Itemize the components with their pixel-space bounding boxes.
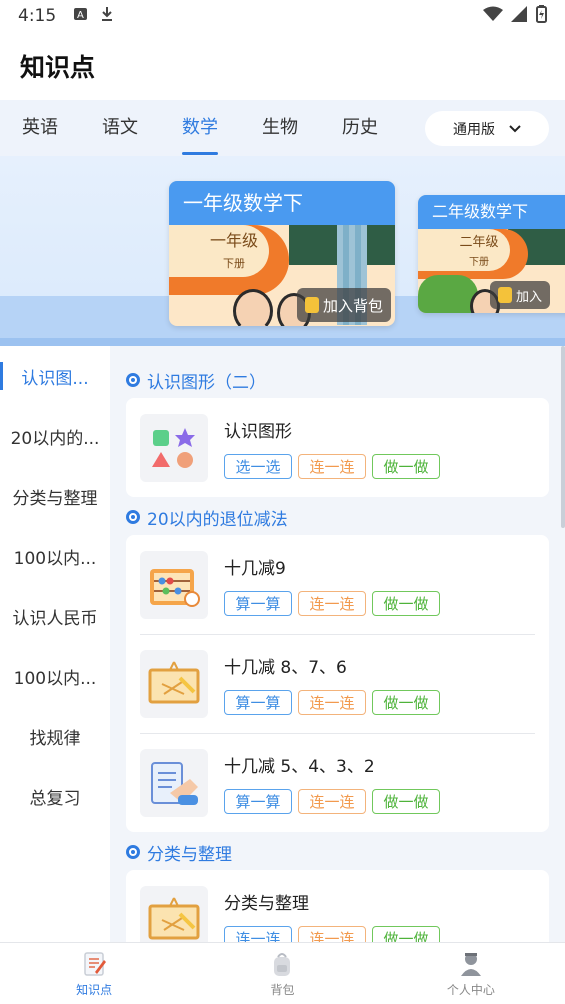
backpack-icon xyxy=(497,287,512,303)
signal-icon xyxy=(511,5,527,27)
app-bar: 知识点 xyxy=(0,32,565,100)
tab-english[interactable]: 英语 xyxy=(0,100,80,156)
abacus-icon xyxy=(140,550,208,619)
nav-profile[interactable]: 个人中心 xyxy=(377,943,565,1004)
add-to-backpack-label: 加入背包 xyxy=(322,296,383,315)
cover-grade: 二年级 xyxy=(459,235,499,250)
shapes-icon xyxy=(140,413,208,482)
practice-button[interactable]: 做一做 xyxy=(372,925,440,942)
notebook-writing-icon xyxy=(140,748,208,817)
sidebar-item-shapes[interactable]: 认识图... xyxy=(0,346,110,406)
nav-backpack[interactable]: 背包 xyxy=(188,943,376,1004)
lesson-card: 分类与整理 连一连 连一连 做一做 xyxy=(126,870,549,942)
section-dot-icon xyxy=(126,373,140,387)
list-item[interactable]: 十几减 5、4、3、2 算一算 连一连 做一做 xyxy=(126,733,549,832)
section-dot-icon xyxy=(126,845,140,859)
match-button[interactable]: 连一连 xyxy=(298,453,366,479)
practice-button[interactable]: 做一做 xyxy=(372,590,440,616)
textbook-title: 一年级数学下 xyxy=(169,181,395,225)
cover-volume: 下册 xyxy=(469,257,489,268)
backpack-icon xyxy=(268,950,296,978)
backpack-icon xyxy=(304,297,319,313)
list-item[interactable]: 分类与整理 连一连 连一连 做一做 xyxy=(126,870,549,942)
section-header: 20以内的退位减法 xyxy=(110,499,565,535)
child-illustration xyxy=(233,289,273,326)
lesson-name: 认识图形 xyxy=(224,421,292,442)
practice-button[interactable]: 做一做 xyxy=(372,788,440,814)
tab-biology[interactable]: 生物 xyxy=(240,100,320,156)
match-button[interactable]: 连一连 xyxy=(298,925,366,942)
add-to-backpack-button[interactable]: 加入 xyxy=(489,281,550,309)
battery-icon xyxy=(535,4,547,28)
board-icon xyxy=(140,649,208,718)
lesson-card: 认识图形 选一选 连一连 做一做 xyxy=(126,398,549,497)
section-title: 认识图形（二） xyxy=(147,372,266,393)
scrollbar[interactable] xyxy=(561,346,565,528)
notebook-icon xyxy=(80,950,108,978)
page-title: 知识点 xyxy=(20,53,96,82)
list-item[interactable]: 认识图形 选一选 连一连 做一做 xyxy=(126,398,549,497)
add-to-backpack-button[interactable]: 加入背包 xyxy=(296,288,391,322)
bottom-nav: 知识点 背包 个人中心 xyxy=(0,942,565,1004)
tab-chinese[interactable]: 语文 xyxy=(80,100,160,156)
textbook-card[interactable]: 一年级数学下 一年级 下册 加入背包 xyxy=(169,181,395,326)
svg-text:A: A xyxy=(77,10,84,21)
board-icon xyxy=(140,885,208,942)
nav-knowledge[interactable]: 知识点 xyxy=(0,943,188,1004)
section-title: 20以内的退位减法 xyxy=(147,509,288,530)
textbook-title: 二年级数学下 xyxy=(418,195,565,229)
wifi-icon xyxy=(483,6,503,27)
textbook-carousel: 一年级数学下 一年级 下册 加入背包 二年级数学下 二年级 下册 加入 xyxy=(0,156,565,346)
sidebar-item-add-sub-100[interactable]: 100以内... xyxy=(0,646,110,706)
chevron-down-icon xyxy=(509,121,521,137)
practice-button[interactable]: 做一做 xyxy=(372,689,440,715)
calculate-button[interactable]: 算一算 xyxy=(224,590,292,616)
unit-sidebar: 认识图... 20以内的... 分类与整理 100以内... 认识人民币 100… xyxy=(0,346,110,942)
sidebar-item-numbers-100[interactable]: 100以内... xyxy=(0,526,110,586)
status-time: 4:15 xyxy=(18,6,57,26)
calculate-button[interactable]: 算一算 xyxy=(224,689,292,715)
cover-volume: 下册 xyxy=(223,257,245,270)
practice-button[interactable]: 做一做 xyxy=(372,453,440,479)
sidebar-item-rmb[interactable]: 认识人民币 xyxy=(0,586,110,646)
section-dot-icon xyxy=(126,510,140,524)
list-item[interactable]: 十几减 8、7、6 算一算 连一连 做一做 xyxy=(126,634,549,733)
textbook-card[interactable]: 二年级数学下 二年级 下册 加入 xyxy=(418,195,565,313)
nav-label: 背包 xyxy=(270,982,295,997)
lesson-list[interactable]: 认识图形（二） 认识图形 选一选 连一连 做一做 20以内的退位减法 十几减9 … xyxy=(110,346,565,942)
subject-tabs: 英语 语文 数学 生物 历史 通用版 xyxy=(0,100,565,156)
sidebar-item-patterns[interactable]: 找规律 xyxy=(0,706,110,766)
section-title: 分类与整理 xyxy=(147,844,232,865)
section-header: 认识图形（二） xyxy=(110,362,565,398)
choose-button[interactable]: 选一选 xyxy=(224,453,292,479)
add-to-backpack-label: 加入 xyxy=(515,289,542,305)
version-dropdown[interactable]: 通用版 xyxy=(425,111,549,146)
lesson-name: 分类与整理 xyxy=(224,893,309,914)
lesson-card: 十几减9 算一算 连一连 做一做 十几减 8、7、6 算一算 连一连 做一做 十… xyxy=(126,535,549,832)
version-label: 通用版 xyxy=(453,121,495,138)
sidebar-item-review[interactable]: 总复习 xyxy=(0,766,110,826)
lesson-name: 十几减9 xyxy=(224,558,286,579)
user-icon xyxy=(457,950,485,978)
sidebar-item-classification[interactable]: 分类与整理 xyxy=(0,466,110,526)
tab-history[interactable]: 历史 xyxy=(320,100,400,156)
download-icon xyxy=(100,6,114,26)
sidebar-item-subtraction-20[interactable]: 20以内的... xyxy=(0,406,110,466)
tab-math[interactable]: 数学 xyxy=(160,100,240,156)
list-item[interactable]: 十几减9 算一算 连一连 做一做 xyxy=(126,535,549,634)
match-button[interactable]: 连一连 xyxy=(298,689,366,715)
section-header: 分类与整理 xyxy=(110,834,565,870)
lesson-name: 十几减 8、7、6 xyxy=(224,657,347,678)
match-button[interactable]: 连一连 xyxy=(298,788,366,814)
calculate-button[interactable]: 算一算 xyxy=(224,788,292,814)
lesson-name: 十几减 5、4、3、2 xyxy=(224,756,375,777)
accessibility-icon: A xyxy=(74,7,88,25)
status-bar: 4:15 A xyxy=(0,0,565,32)
match-button[interactable]: 连一连 xyxy=(298,590,366,616)
match-button[interactable]: 连一连 xyxy=(224,925,292,942)
nav-label: 个人中心 xyxy=(446,982,495,997)
nav-label: 知识点 xyxy=(76,982,113,997)
cover-grade: 一年级 xyxy=(209,231,258,250)
